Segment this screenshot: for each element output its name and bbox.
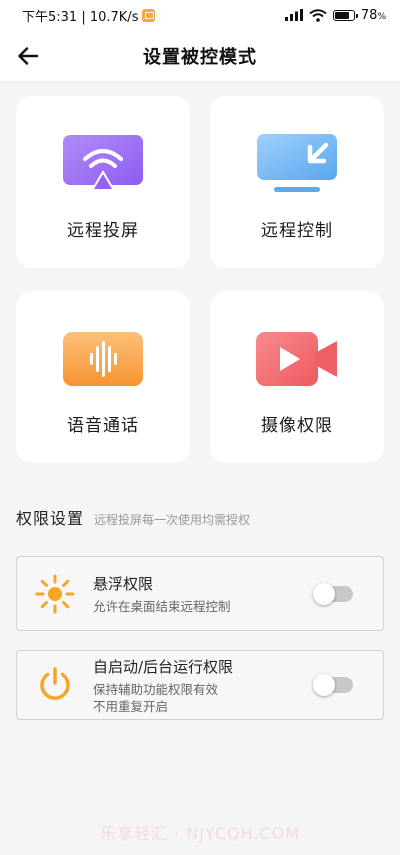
page-title: 设置被控模式	[143, 46, 257, 68]
watermark-text: 乐享轻汇 · NJYCQH.COM	[99, 824, 301, 843]
perm-row-floating[interactable]: 悬浮权限 允许在桌面结束远程控制	[16, 556, 384, 631]
status-time-speed: 下午5:31 | 10.7K/s	[22, 9, 139, 25]
perm-desc-line2: 不用重复开启	[93, 698, 169, 714]
permissions-title: 权限设置	[16, 509, 85, 528]
perm-text: 悬浮权限 允许在桌面结束远程控制	[93, 573, 315, 615]
status-right: 78%	[284, 7, 386, 23]
card-label: 远程控制	[261, 221, 333, 241]
permissions-header: 权限设置 远程投屏每一次使用均需授权	[16, 505, 386, 529]
perm-text: 自启动/后台运行权限 保持辅助功能权限有效 不用重复开启	[93, 656, 315, 715]
card-remote-control[interactable]: 远程控制	[210, 96, 384, 268]
card-label: 语音通话	[67, 416, 139, 436]
arrow-left-icon	[18, 47, 38, 65]
toggle-knob	[313, 674, 335, 696]
permissions-subtitle: 远程投屏每一次使用均需授权	[94, 513, 251, 527]
screen-cast-icon	[61, 132, 145, 196]
sun-icon	[17, 574, 93, 614]
perm-desc: 允许在桌面结束远程控制	[93, 598, 231, 614]
back-button[interactable]	[14, 42, 42, 70]
perm-row-autostart[interactable]: 自启动/后台运行权限 保持辅助功能权限有效 不用重复开启	[16, 650, 384, 720]
signal-icon	[284, 9, 303, 21]
wifi-icon	[309, 8, 327, 22]
battery-level: 78%	[360, 7, 386, 23]
perm-desc-line1: 保持辅助功能权限有效	[93, 681, 219, 697]
card-voice-call[interactable]: 语音通话	[16, 291, 190, 463]
app-notification-icon	[142, 8, 156, 22]
toggle-knob	[313, 582, 335, 605]
status-bar: 下午5:31 | 10.7K/s 78%	[0, 0, 400, 30]
floating-permission-toggle[interactable]	[313, 582, 353, 605]
battery-icon	[332, 9, 358, 21]
app-header: 设置被控模式	[0, 30, 400, 82]
card-label: 摄像权限	[261, 416, 333, 436]
voice-wave-icon	[61, 327, 145, 391]
power-icon	[17, 665, 93, 705]
battery-fill	[334, 11, 349, 19]
autostart-permission-toggle[interactable]	[313, 674, 353, 696]
perm-name: 悬浮权限	[93, 574, 154, 593]
card-remote-screencast[interactable]: 远程投屏	[16, 96, 190, 268]
card-label: 远程投屏	[67, 221, 139, 241]
card-camera-permission[interactable]: 摄像权限	[210, 291, 384, 463]
perm-name: 自启动/后台运行权限	[93, 657, 234, 676]
status-left: 下午5:31 | 10.7K/s	[22, 6, 156, 25]
video-camera-icon	[255, 327, 339, 391]
remote-control-monitor-icon	[255, 132, 339, 196]
